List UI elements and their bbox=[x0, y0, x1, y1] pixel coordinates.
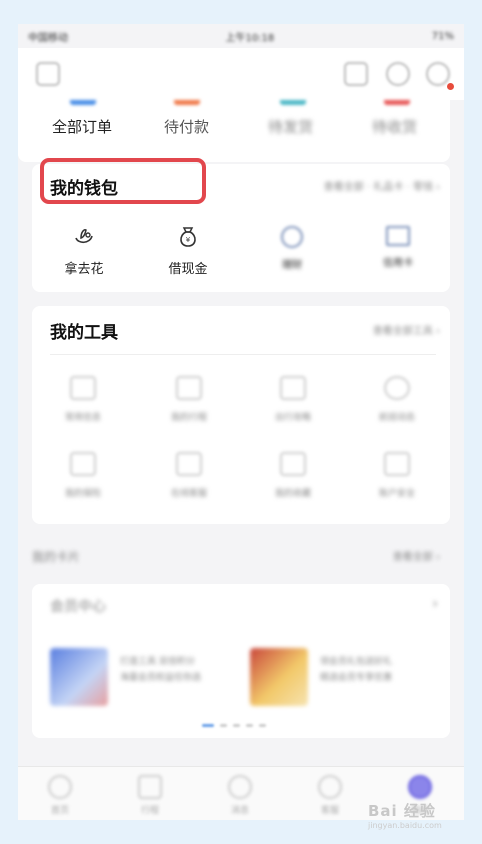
tools-title: 我的工具 bbox=[50, 323, 118, 343]
tool-icon bbox=[280, 452, 306, 476]
tools-more-link[interactable]: 查看全部工具 › bbox=[373, 322, 440, 337]
tool-icon bbox=[176, 452, 202, 476]
promo-line: 领会员礼包送好礼 bbox=[320, 657, 393, 667]
pending-pay-button[interactable]: 待付款 bbox=[164, 116, 209, 137]
tool-item[interactable]: 账户安全 bbox=[352, 452, 442, 499]
message-icon[interactable] bbox=[426, 62, 450, 86]
wallet-item-jiexianjin[interactable]: ¥ 借现金 bbox=[148, 226, 228, 277]
screenshot-frame: 中国移动 上午10:18 71% 全部订单 待付款 待发货 待收货 我的钱包 查… bbox=[0, 0, 482, 844]
all-orders-icon bbox=[70, 100, 96, 105]
tab-label: 首页 bbox=[50, 806, 69, 816]
tab-service[interactable]: 客服 bbox=[300, 775, 360, 816]
flower-icon bbox=[75, 229, 93, 244]
card-icon bbox=[386, 226, 410, 246]
profile-icon bbox=[408, 775, 432, 799]
tools-card: 我的工具 查看全部工具 › 常用信息 我的行程 出行攻略 航班动态 我的保险 在… bbox=[32, 306, 450, 524]
cards-section-label: 我的卡片 bbox=[32, 550, 81, 564]
tool-icon bbox=[384, 452, 410, 476]
cards-section-more[interactable]: 查看全部 › bbox=[393, 548, 440, 563]
promo-line: 精选会员专享优惠 bbox=[320, 673, 393, 683]
notification-badge bbox=[447, 83, 454, 90]
tab-trips[interactable]: 行程 bbox=[120, 775, 180, 816]
settings-icon[interactable] bbox=[386, 62, 410, 86]
tab-label: 消息 bbox=[230, 806, 249, 816]
promo-line: 海量会员权益任你选 bbox=[120, 673, 202, 683]
divider bbox=[50, 354, 436, 355]
tab-home[interactable]: 首页 bbox=[30, 775, 90, 816]
promo-image[interactable] bbox=[250, 648, 308, 706]
coin-icon bbox=[281, 226, 303, 248]
tool-item[interactable]: 航班动态 bbox=[352, 376, 442, 423]
wallet-card: 我的钱包 查看全部 · 礼品卡 · 零钱 › 拿去花 ¥ 借现金 理财 信用卡 bbox=[32, 158, 450, 292]
pending-ship-button[interactable]: 待发货 bbox=[268, 116, 313, 137]
tool-icon bbox=[384, 376, 410, 400]
wallet-item-naquhua[interactable]: 拿去花 bbox=[44, 226, 124, 277]
money-bag-icon: ¥ bbox=[180, 227, 196, 247]
tool-item[interactable]: 我的收藏 bbox=[248, 452, 338, 499]
pending-receive-button[interactable]: 待收货 bbox=[372, 116, 417, 137]
wallet-item-card[interactable]: 信用卡 bbox=[358, 226, 438, 269]
promo-image[interactable] bbox=[50, 648, 108, 706]
wallet-item-licai[interactable]: 理财 bbox=[252, 226, 332, 271]
wallet-item-label: 信用卡 bbox=[383, 258, 413, 269]
tool-icon bbox=[70, 452, 96, 476]
wallet-item-label: 拿去花 bbox=[64, 262, 104, 277]
watermark: Bai 经验 jingyan.baidu.com bbox=[368, 800, 442, 830]
qrcode-icon[interactable] bbox=[344, 62, 368, 86]
orders-card: 全部订单 待付款 待发货 待收货 bbox=[18, 100, 450, 162]
pending-receive-icon bbox=[384, 100, 410, 105]
tool-label: 在线客服 bbox=[170, 489, 207, 499]
battery-text: 71% bbox=[431, 30, 454, 42]
tab-messages[interactable]: 消息 bbox=[210, 775, 270, 816]
tool-item[interactable]: 我的保险 bbox=[38, 452, 128, 499]
carrier-text: 中国移动 bbox=[28, 32, 68, 44]
status-bar: 中国移动 上午10:18 71% bbox=[18, 24, 464, 48]
svg-text:¥: ¥ bbox=[186, 236, 191, 244]
promo-line: 打造工具 双倍积分 bbox=[120, 657, 195, 667]
promo-text[interactable]: 打造工具 双倍积分 海量会员权益任你选 bbox=[120, 654, 214, 686]
time-text: 上午10:18 bbox=[225, 32, 275, 44]
pending-ship-icon bbox=[280, 100, 306, 105]
member-card: 会员中心 › 打造工具 双倍积分 海量会员权益任你选 领会员礼包送好礼 精选会员… bbox=[32, 584, 450, 738]
highlight-box bbox=[40, 158, 206, 204]
trip-icon bbox=[138, 775, 162, 799]
home-icon bbox=[48, 775, 72, 799]
tool-label: 常用信息 bbox=[64, 413, 101, 423]
tool-item[interactable]: 出行攻略 bbox=[248, 376, 338, 423]
tool-icon bbox=[280, 376, 306, 400]
tab-label: 客服 bbox=[320, 806, 339, 816]
member-arrow[interactable]: › bbox=[432, 596, 438, 612]
carousel-dots bbox=[202, 724, 266, 727]
all-orders-button[interactable]: 全部订单 bbox=[52, 116, 112, 137]
watermark-url: jingyan.baidu.com bbox=[368, 821, 442, 830]
tool-item[interactable]: 常用信息 bbox=[38, 376, 128, 423]
tab-label: 行程 bbox=[140, 806, 159, 816]
tool-icon bbox=[176, 376, 202, 400]
tool-label: 航班动态 bbox=[378, 413, 415, 423]
member-title: 会员中心 bbox=[50, 599, 106, 615]
scan-icon[interactable] bbox=[36, 62, 60, 86]
tool-item[interactable]: 在线客服 bbox=[144, 452, 234, 499]
tool-label: 我的收藏 bbox=[274, 489, 311, 499]
tool-label: 账户安全 bbox=[378, 489, 415, 499]
cards-section-header: 我的卡片 查看全部 › bbox=[32, 548, 450, 565]
wallet-item-label: 借现金 bbox=[168, 262, 208, 277]
tool-item[interactable]: 我的行程 bbox=[144, 376, 234, 423]
wallet-more-link[interactable]: 查看全部 · 礼品卡 · 零钱 › bbox=[324, 178, 440, 193]
message-icon bbox=[228, 775, 252, 799]
pending-pay-icon bbox=[174, 100, 200, 105]
top-bar bbox=[18, 48, 464, 100]
headset-icon bbox=[318, 775, 342, 799]
wallet-item-label: 理财 bbox=[282, 260, 302, 271]
tool-label: 我的行程 bbox=[170, 413, 207, 423]
promo-text[interactable]: 领会员礼包送好礼 精选会员专享优惠 bbox=[320, 654, 414, 686]
tool-label: 我的保险 bbox=[64, 489, 101, 499]
phone-screen: 中国移动 上午10:18 71% 全部订单 待付款 待发货 待收货 我的钱包 查… bbox=[18, 24, 464, 820]
tool-label: 出行攻略 bbox=[274, 413, 311, 423]
watermark-brand: Bai 经验 bbox=[368, 802, 436, 820]
tool-icon bbox=[70, 376, 96, 400]
